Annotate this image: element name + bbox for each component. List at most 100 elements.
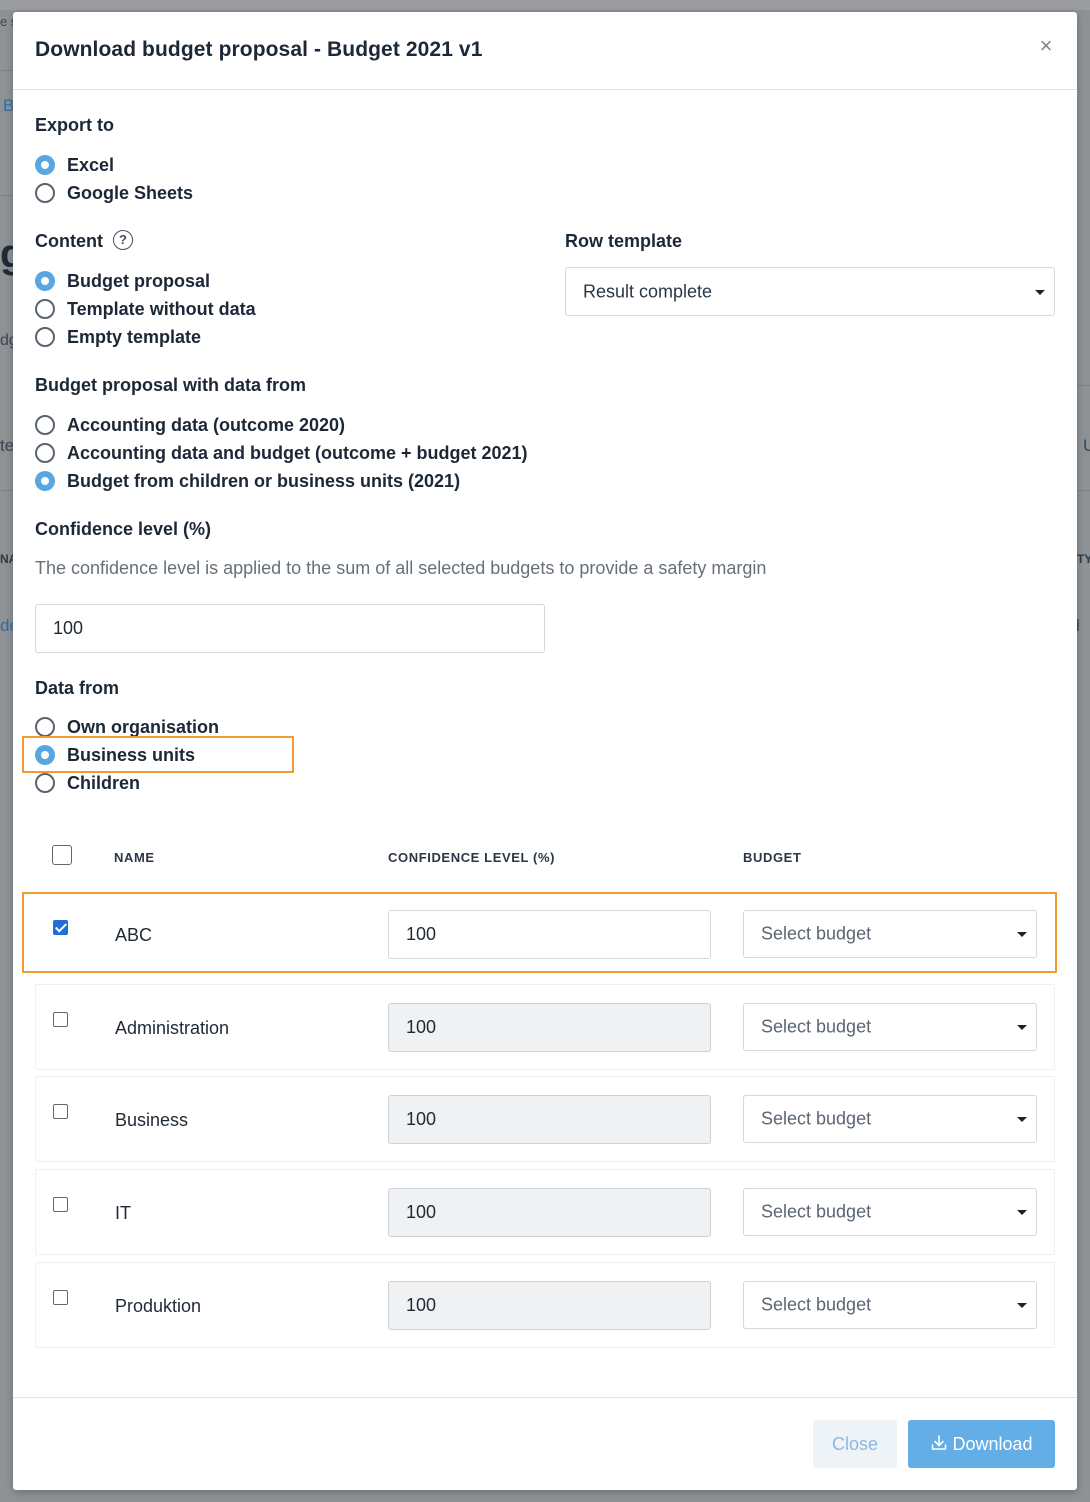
chevron-down-icon (1017, 1025, 1027, 1030)
row-budget-select[interactable]: Select budget (743, 1281, 1037, 1329)
row-template-label: Row template (565, 231, 683, 251)
table-row: Business Select budget (35, 1076, 1055, 1162)
table-row: IT Select budget (35, 1169, 1055, 1255)
budget-select-placeholder: Select budget (761, 1294, 872, 1315)
budget-select-placeholder: Select budget (761, 1108, 872, 1129)
source-accounting-budget-radio[interactable]: Accounting data and budget (outcome + bu… (35, 440, 528, 466)
radio-unchecked-icon (35, 415, 55, 435)
row-budget-select[interactable]: Select budget (743, 1188, 1037, 1236)
export-to-label: Export to (35, 115, 114, 135)
radio-unchecked-icon (35, 327, 55, 347)
row-budget-select[interactable]: Select budget (743, 1095, 1037, 1143)
row-checkbox[interactable] (53, 1104, 68, 1119)
radio-unchecked-icon (35, 183, 55, 203)
modal-footer: Close Download (13, 1397, 1077, 1490)
close-button[interactable]: Close (813, 1420, 897, 1468)
close-icon[interactable]: × (1035, 34, 1057, 58)
radio-label: Own organisation (67, 716, 220, 737)
column-header-confidence: CONFIDENCE LEVEL (%) (388, 850, 556, 865)
confidence-input[interactable] (35, 604, 545, 653)
row-checkbox[interactable] (53, 1197, 68, 1212)
row-name: Produktion (115, 1296, 202, 1316)
budget-select-placeholder: Select budget (761, 1016, 872, 1037)
row-template-select[interactable]: Result complete (565, 267, 1055, 316)
table-row: ABC Select budget (35, 891, 1055, 977)
modal-title: Download budget proposal - Budget 2021 v… (35, 38, 483, 61)
radio-unchecked-icon (35, 443, 55, 463)
bg-text-fragment: TY (1077, 552, 1090, 566)
radio-label: Budget proposal (67, 270, 210, 291)
radio-label: Template without data (67, 298, 256, 319)
radio-checked-icon (35, 745, 55, 765)
row-confidence-input[interactable] (388, 1095, 711, 1144)
row-confidence-input[interactable] (388, 1281, 711, 1330)
radio-unchecked-icon (35, 773, 55, 793)
download-button-label: Download (952, 1433, 1033, 1454)
radio-checked-icon (35, 271, 55, 291)
export-excel-radio[interactable]: Excel (35, 152, 114, 178)
row-checkbox[interactable] (53, 1012, 68, 1027)
radio-unchecked-icon (35, 299, 55, 319)
row-confidence-input[interactable] (388, 910, 711, 959)
row-checkbox[interactable] (53, 1290, 68, 1305)
bg-text-fragment: U (1083, 436, 1090, 455)
row-budget-select[interactable]: Select budget (743, 910, 1037, 958)
radio-checked-icon (35, 155, 55, 175)
radio-label: Budget from children or business units (… (67, 470, 461, 491)
table-row: Administration Select budget (35, 984, 1055, 1070)
row-name: Business (115, 1110, 189, 1130)
data-from-own-org-radio[interactable]: Own organisation (35, 714, 219, 740)
row-confidence-input[interactable] (388, 1188, 711, 1237)
radio-checked-icon (35, 471, 55, 491)
chevron-down-icon (1017, 1117, 1027, 1122)
bg-divider (0, 195, 13, 196)
chevron-down-icon (1017, 932, 1027, 937)
background-strip (0, 0, 1090, 10)
bg-divider (1077, 385, 1090, 386)
content-empty-template-radio[interactable]: Empty template (35, 324, 201, 350)
chevron-down-icon (1017, 1210, 1027, 1215)
row-template-value: Result complete (583, 281, 713, 301)
chevron-down-icon (1035, 289, 1045, 295)
select-all-checkbox[interactable] (52, 845, 72, 865)
data-from-business-units-radio[interactable]: Business units (35, 742, 195, 768)
data-source-label: Budget proposal with data from (35, 375, 307, 395)
export-google-sheets-radio[interactable]: Google Sheets (35, 180, 193, 206)
bg-divider (0, 490, 13, 491)
budget-select-placeholder: Select budget (761, 923, 872, 944)
column-header-name: NAME (114, 850, 155, 865)
download-icon (932, 1434, 947, 1450)
column-header-budget: BUDGET (743, 850, 802, 865)
row-confidence-input[interactable] (388, 1003, 711, 1052)
radio-label: Business units (67, 744, 196, 765)
row-name: IT (115, 1203, 131, 1223)
content-template-without-data-radio[interactable]: Template without data (35, 296, 256, 322)
data-from-label: Data from (35, 678, 120, 698)
content-label: Content? (35, 230, 133, 252)
data-from-children-radio[interactable]: Children (35, 770, 140, 796)
radio-label: Accounting data and budget (outcome + bu… (67, 442, 528, 463)
bg-divider (0, 70, 13, 71)
budget-select-placeholder: Select budget (761, 1201, 872, 1222)
source-accounting-radio[interactable]: Accounting data (outcome 2020) (35, 412, 345, 438)
download-budget-modal: Download budget proposal - Budget 2021 v… (13, 12, 1077, 1490)
row-name: Administration (115, 1018, 230, 1038)
chevron-down-icon (1017, 1303, 1027, 1308)
radio-label: Children (67, 772, 141, 793)
help-icon[interactable]: ? (112, 230, 133, 251)
confidence-description: The confidence level is applied to the s… (35, 558, 767, 578)
content-budget-proposal-radio[interactable]: Budget proposal (35, 268, 210, 294)
radio-label: Google Sheets (67, 182, 194, 203)
table-row: Produktion Select budget (35, 1262, 1055, 1348)
download-button[interactable]: Download (908, 1420, 1055, 1468)
row-budget-select[interactable]: Select budget (743, 1003, 1037, 1051)
modal-header: Download budget proposal - Budget 2021 v… (13, 12, 1077, 90)
row-name: ABC (115, 925, 153, 945)
content-label-text: Content (35, 231, 103, 251)
radio-label: Excel (67, 154, 115, 175)
radio-label: Empty template (67, 326, 202, 347)
source-children-units-radio[interactable]: Budget from children or business units (… (35, 468, 460, 494)
confidence-label: Confidence level (%) (35, 519, 212, 539)
radio-unchecked-icon (35, 717, 55, 737)
row-checkbox[interactable] (53, 920, 68, 935)
